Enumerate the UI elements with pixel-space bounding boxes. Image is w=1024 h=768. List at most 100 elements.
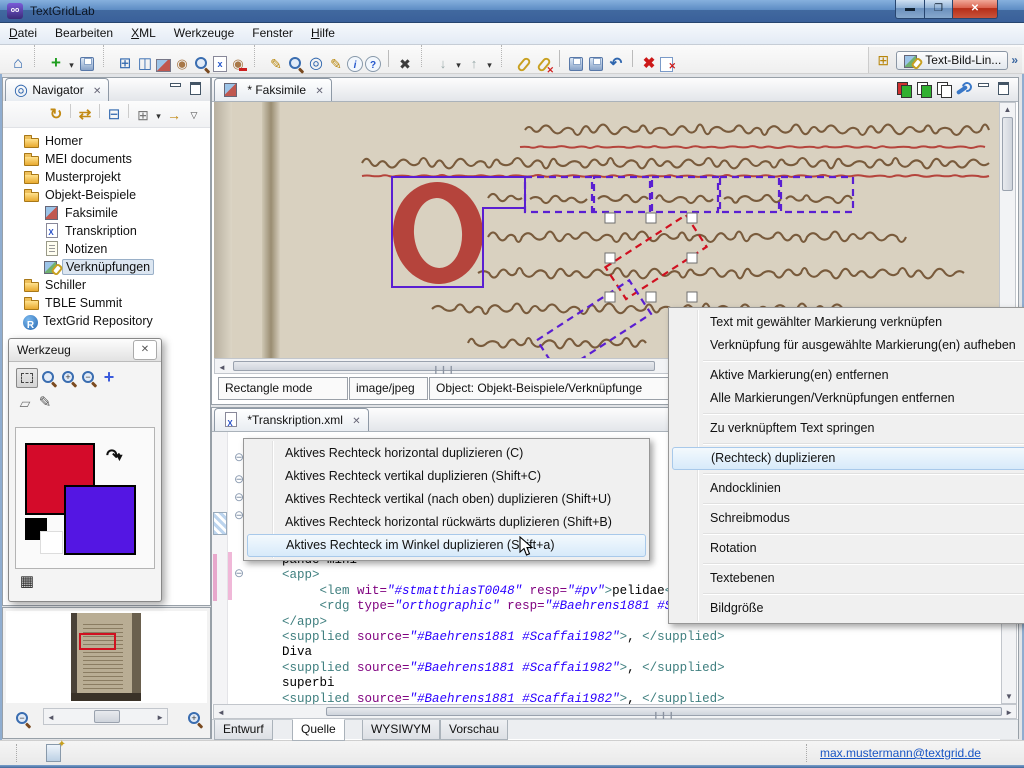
context-menu-item-6[interactable]: (Rechteck) duplizieren▶ — [672, 447, 1024, 470]
revert-icon[interactable] — [607, 55, 625, 73]
werkzeug-palette[interactable]: Werkzeug ✕ ↷▼ — [8, 338, 162, 602]
context-menu-item-2[interactable]: Verknüpfung für ausgewählte Markierung(e… — [670, 334, 1024, 357]
save-as-icon[interactable] — [587, 55, 605, 73]
page-tab-quelle[interactable]: Quelle — [292, 719, 345, 741]
delete-icon[interactable] — [640, 55, 658, 73]
dropdown-caret[interactable] — [67, 55, 76, 73]
transkription-tab[interactable]: *Transkription.xml ✕ — [214, 408, 369, 435]
zoom-in-icon[interactable] — [60, 369, 78, 387]
export-icon[interactable] — [465, 55, 483, 73]
page-tab-wysiwym[interactable]: WYSIWYM — [362, 720, 440, 740]
editor-hscrollbar[interactable]: ◄ ❙❙❙ ► — [213, 704, 1017, 720]
title-bar[interactable]: oo TextGridLab ▬ ❐ ✕ — [0, 0, 1024, 23]
user-remove-icon[interactable] — [229, 55, 247, 73]
save-icon[interactable] — [78, 55, 96, 73]
submenu-item-2[interactable]: Aktives Rechteck vertikal duplizieren (S… — [245, 465, 648, 488]
werkzeug-close-icon[interactable]: ✕ — [133, 340, 157, 360]
info-icon[interactable] — [347, 56, 363, 73]
page-tab-vorschau[interactable]: Vorschau — [440, 720, 509, 740]
tree-item-mei-documents[interactable]: MEI documents — [3, 150, 210, 168]
minimize-view-icon[interactable] — [167, 80, 185, 98]
thumbnail-canvas[interactable] — [6, 611, 207, 703]
dropdown-caret[interactable] — [485, 55, 494, 73]
perspective-overflow-chevron[interactable]: » — [1011, 53, 1018, 67]
minimize-view-icon[interactable] — [975, 80, 993, 98]
close-button[interactable]: ✕ — [953, 0, 998, 19]
save2-icon[interactable] — [567, 55, 585, 73]
submenu-item-4[interactable]: Aktives Rechteck horizontal rückwärts du… — [245, 511, 648, 534]
fast-view-icon[interactable]: ✦ — [46, 739, 66, 762]
submenu-item-3[interactable]: Aktives Rechteck vertikal (nach oben) du… — [245, 488, 648, 511]
dropdown-caret[interactable] — [154, 106, 163, 124]
navigator-tab-close-icon[interactable]: ✕ — [93, 86, 101, 97]
dictionary-icon[interactable] — [136, 55, 154, 73]
dropdown-caret[interactable] — [454, 55, 463, 73]
copy-marks-green-icon[interactable] — [915, 80, 933, 98]
faksimile-tab-close-icon[interactable]: ✕ — [315, 86, 323, 97]
tree-layout-icon[interactable] — [134, 106, 152, 124]
import-icon[interactable] — [434, 55, 452, 73]
new-object-icon[interactable] — [47, 55, 65, 73]
close-x-icon[interactable] — [396, 55, 414, 73]
open-perspective-icon[interactable] — [116, 55, 134, 73]
tree-item-faksimile[interactable]: Faksimile — [3, 204, 210, 222]
zoom-out-icon[interactable] — [14, 710, 32, 728]
move-icon[interactable] — [100, 369, 118, 387]
unlink-icon[interactable] — [534, 55, 554, 75]
minimize-button[interactable]: ▬ — [895, 0, 925, 19]
maximize-view-icon[interactable] — [995, 80, 1013, 98]
context-menu-item-5[interactable]: Zu verknüpftem Text springen — [670, 417, 1024, 440]
tree-item-musterprojekt[interactable]: Musterprojekt — [3, 168, 210, 186]
menu-datei[interactable]: Datei — [0, 23, 46, 44]
search-icon[interactable] — [193, 55, 211, 73]
context-menu-item-3[interactable]: Aktive Markierung(en) entfernen — [670, 364, 1024, 387]
faksimile-tab[interactable]: * Faksimile ✕ — [214, 78, 332, 101]
submenu-item-1[interactable]: Aktives Rechteck horizontal duplizieren … — [245, 442, 648, 465]
tree-item-tble-summit[interactable]: TBLE Summit — [3, 294, 210, 312]
menu-bearbeiten[interactable]: Bearbeiten — [46, 23, 122, 44]
context-menu-item-8[interactable]: Schreibmodus▶ — [670, 507, 1024, 530]
polygon-icon[interactable] — [16, 394, 34, 412]
tree-item-schiller[interactable]: Schiller — [3, 276, 210, 294]
doc-search-icon[interactable] — [287, 55, 305, 73]
thumbnail-zoom-slider[interactable]: ◄ ► — [43, 708, 168, 725]
tree-item-notizen[interactable]: Notizen — [3, 240, 210, 258]
tree-item-objekt-beispiele[interactable]: Objekt-Beispiele — [3, 186, 210, 204]
tree-item-transkription[interactable]: Transkription — [3, 222, 210, 242]
swap-icon[interactable] — [76, 106, 94, 124]
magnifier-icon[interactable] — [40, 369, 58, 387]
transkription-tab-close-icon[interactable]: ✕ — [352, 416, 360, 427]
note-edit2-icon[interactable] — [327, 55, 345, 73]
link-icon[interactable] — [514, 55, 532, 73]
submenu-item-5[interactable]: Aktives Rechteck im Winkel duplizieren (… — [247, 534, 646, 557]
home-icon[interactable] — [9, 55, 27, 73]
sync-editor-icon[interactable] — [165, 106, 183, 124]
menu-werkzeuge[interactable]: Werkzeuge — [165, 23, 243, 44]
xml-source-line[interactable]: Diva — [252, 645, 1000, 660]
xml-source-line[interactable]: superbi — [252, 676, 1000, 691]
context-menu-item-10[interactable]: Textebenen▶ — [670, 567, 1024, 590]
tree-item-verkn-pfungen[interactable]: Verknüpfungen — [3, 258, 210, 276]
white-swatch[interactable] — [40, 531, 63, 554]
image-link-icon[interactable] — [156, 58, 171, 72]
fold-minus-icon[interactable] — [230, 564, 248, 582]
copy-marks-icon[interactable] — [935, 80, 953, 98]
navigator-tab[interactable]: Navigator ✕ — [5, 78, 110, 101]
copy-remove-icon[interactable] — [660, 57, 676, 75]
wrench-icon[interactable] — [955, 80, 973, 98]
context-menu-item-7[interactable]: Andocklinien▶ — [670, 477, 1024, 500]
context-menu-item-11[interactable]: Bildgröße▶ — [670, 597, 1024, 620]
context-menu-item-4[interactable]: Alle Markierungen/Verknüpfungen entferne… — [670, 387, 1024, 410]
menu-fenster[interactable]: Fenster — [243, 23, 302, 44]
maximize-view-icon[interactable] — [187, 80, 205, 98]
tree-item-textgrid-repository[interactable]: TextGrid Repository — [3, 312, 210, 330]
grid-icon[interactable] — [18, 573, 36, 591]
secondary-color-swatch[interactable] — [64, 485, 136, 555]
maximize-button[interactable]: ❐ — [925, 0, 953, 19]
menu-hilfe[interactable]: Hilfe — [302, 23, 344, 44]
compass-icon[interactable] — [307, 55, 325, 73]
select-rect-icon[interactable] — [16, 368, 38, 388]
xml-source-line[interactable]: <supplied source="#Baehrens1881 #Scaffai… — [252, 630, 1000, 645]
werkzeug-title-bar[interactable]: Werkzeug ✕ — [9, 339, 161, 362]
refresh-icon[interactable] — [47, 106, 65, 124]
